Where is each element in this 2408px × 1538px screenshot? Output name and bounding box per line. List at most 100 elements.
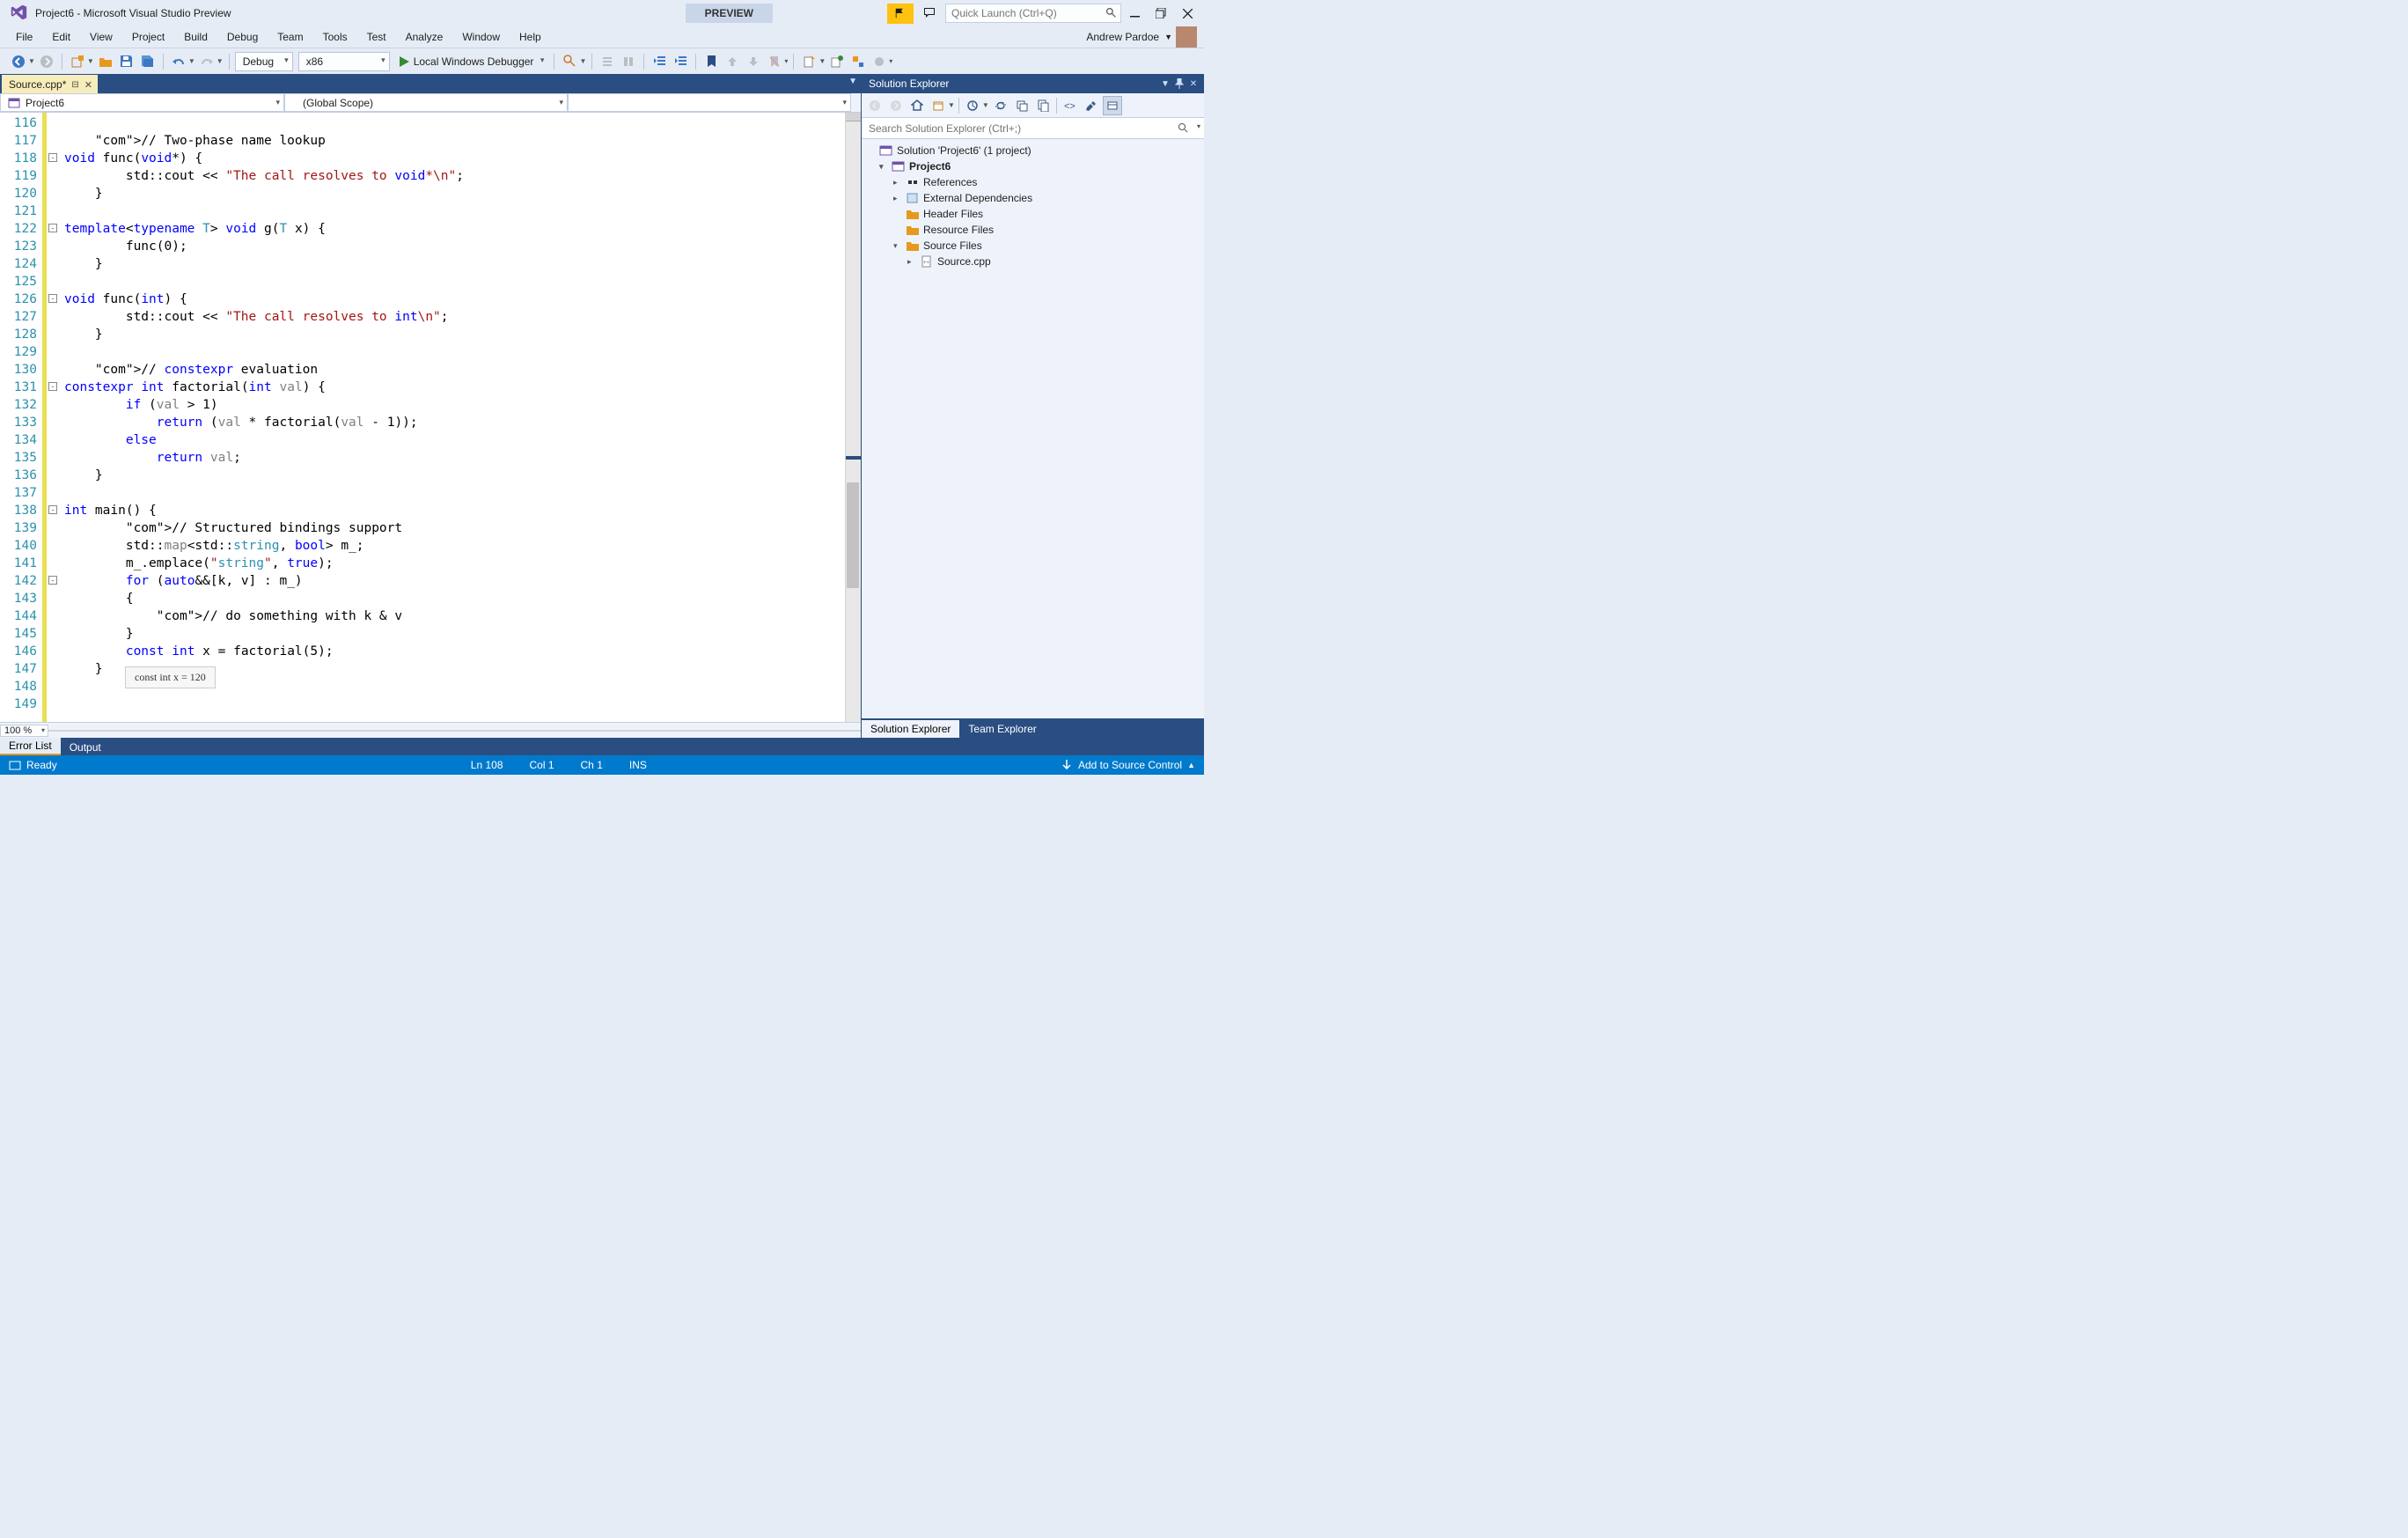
nav-forward-button[interactable] [37, 52, 56, 71]
menu-file[interactable]: File [7, 28, 41, 46]
panel-tabs: Solution Explorer Team Explorer [862, 718, 1204, 738]
vertical-scrollbar[interactable] [845, 113, 861, 722]
references-node[interactable]: References [863, 174, 1202, 190]
find-button[interactable] [560, 52, 579, 71]
notifications-flag-icon[interactable] [887, 4, 914, 24]
view-code-button[interactable]: <> [1061, 96, 1080, 115]
solution-tree[interactable]: Solution 'Project6' (1 project) Project6… [862, 139, 1204, 718]
quick-launch[interactable] [945, 4, 1121, 23]
restore-button[interactable] [1148, 3, 1174, 24]
tab-error-list[interactable]: Error List [0, 738, 61, 755]
back-button[interactable] [865, 96, 885, 115]
zoom-dropdown[interactable]: 100 % [0, 725, 48, 737]
close-icon[interactable]: ✕ [84, 79, 92, 91]
start-debugging-button[interactable]: Local Windows Debugger [392, 52, 549, 71]
nav-scope-dropdown[interactable]: (Global Scope) [284, 93, 568, 112]
close-icon[interactable]: ✕ [1186, 77, 1200, 91]
tab-solution-explorer[interactable]: Solution Explorer [862, 720, 959, 738]
se-search-input[interactable] [862, 118, 1204, 138]
scroll-thumb[interactable] [847, 482, 859, 588]
fold-toggle[interactable]: - [48, 576, 57, 585]
code-editor[interactable]: 1161171181191201211221231241251261271281… [0, 113, 861, 722]
show-all-files-button[interactable] [1033, 96, 1053, 115]
menu-team[interactable]: Team [268, 28, 312, 46]
fold-toggle[interactable]: - [48, 224, 57, 232]
fold-toggle[interactable]: - [48, 294, 57, 303]
forward-button[interactable] [886, 96, 906, 115]
panel-menu-icon[interactable]: ▼ [1158, 77, 1172, 91]
quick-launch-input[interactable] [946, 7, 1120, 19]
add-class-button[interactable] [827, 52, 847, 71]
horizontal-scrollbar[interactable] [48, 730, 861, 732]
menu-tools[interactable]: Tools [314, 28, 356, 46]
config-dropdown[interactable]: Debug [235, 52, 293, 71]
collapse-all-button[interactable] [1012, 96, 1031, 115]
preview-toggle[interactable] [1103, 96, 1122, 115]
platform-dropdown[interactable]: x86 [298, 52, 390, 71]
minimize-button[interactable] [1121, 3, 1148, 24]
close-button[interactable] [1174, 3, 1200, 24]
new-item-button[interactable] [799, 52, 819, 71]
increase-indent-button[interactable] [671, 52, 690, 71]
menu-view[interactable]: View [81, 28, 121, 46]
project-node[interactable]: Project6 [863, 158, 1202, 174]
pin-icon[interactable] [1172, 77, 1186, 91]
fold-toggle[interactable]: - [48, 153, 57, 162]
source-cpp-node[interactable]: ++ Source.cpp [863, 254, 1202, 269]
new-project-button[interactable] [68, 52, 87, 71]
expander-icon[interactable] [879, 162, 888, 172]
expander-icon[interactable] [893, 178, 902, 188]
menu-help[interactable]: Help [510, 28, 550, 46]
fold-toggle[interactable]: - [48, 382, 57, 391]
avatar[interactable] [1176, 26, 1197, 48]
menubar: File Edit View Project Build Debug Team … [0, 26, 1204, 48]
split-handle[interactable] [846, 113, 861, 121]
feedback-icon[interactable] [917, 4, 942, 24]
source-files-node[interactable]: Source Files [863, 238, 1202, 254]
menu-test[interactable]: Test [358, 28, 395, 46]
menu-build[interactable]: Build [175, 28, 217, 46]
tab-output[interactable]: Output [61, 740, 110, 755]
expander-icon[interactable] [907, 257, 916, 267]
chevron-down-icon[interactable]: ▼ [1164, 33, 1172, 41]
refresh-button[interactable] [991, 96, 1010, 115]
status-ins: INS [629, 759, 647, 771]
user-name[interactable]: Andrew Pardoe [1086, 31, 1159, 43]
expander-icon[interactable] [893, 194, 902, 203]
nav-back-button[interactable] [9, 52, 28, 71]
save-button[interactable] [117, 52, 136, 71]
undo-button[interactable] [169, 52, 188, 71]
open-file-button[interactable] [96, 52, 115, 71]
line-gutter: 1161171181191201211221231241251261271281… [0, 113, 42, 722]
svg-text:<>: <> [1064, 101, 1076, 112]
header-files-node[interactable]: Header Files [863, 206, 1202, 222]
nav-project-dropdown[interactable]: Project6 [0, 93, 284, 112]
class-view-button[interactable] [848, 52, 868, 71]
menu-project[interactable]: Project [123, 28, 173, 46]
menu-window[interactable]: Window [453, 28, 509, 46]
tab-overflow-icon[interactable]: ▼ [848, 77, 857, 86]
decrease-indent-button[interactable] [650, 52, 669, 71]
sync-button[interactable] [929, 96, 948, 115]
resource-files-node[interactable]: Resource Files [863, 222, 1202, 238]
document-tab[interactable]: Source.cpp* ⊟ ✕ [2, 75, 98, 93]
external-deps-node[interactable]: External Dependencies [863, 190, 1202, 206]
bookmark-button[interactable] [701, 52, 721, 71]
tab-team-explorer[interactable]: Team Explorer [959, 720, 1045, 738]
menu-debug[interactable]: Debug [218, 28, 267, 46]
home-button[interactable] [907, 96, 927, 115]
se-search[interactable] [862, 118, 1204, 139]
pin-icon[interactable]: ⊟ [71, 80, 78, 90]
source-control-button[interactable]: Add to Source Control ▲ [1061, 759, 1195, 771]
fold-toggle[interactable]: - [48, 505, 57, 514]
properties-button[interactable] [1082, 96, 1101, 115]
redo-button[interactable] [197, 52, 217, 71]
expander-icon[interactable] [893, 241, 902, 251]
nav-member-dropdown[interactable] [568, 93, 851, 112]
solution-node[interactable]: Solution 'Project6' (1 project) [863, 143, 1202, 158]
menu-analyze[interactable]: Analyze [397, 28, 452, 46]
pending-changes-button[interactable] [963, 96, 982, 115]
menu-edit[interactable]: Edit [43, 28, 79, 46]
code-content[interactable]: "com">// Two-phase name lookup void func… [61, 113, 845, 722]
save-all-button[interactable] [138, 52, 158, 71]
